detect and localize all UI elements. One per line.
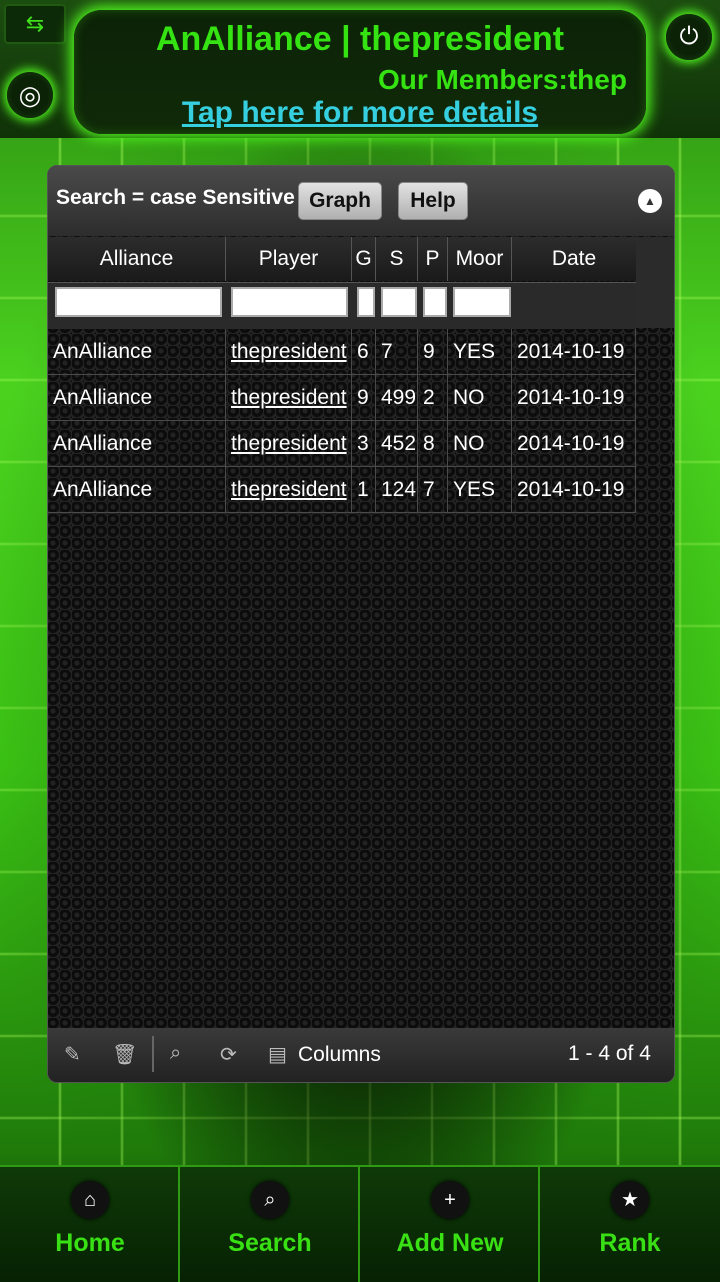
cell-moor: NO bbox=[448, 375, 512, 420]
filter-s-input[interactable] bbox=[381, 287, 417, 317]
refresh-icon[interactable]: ⟳ bbox=[220, 1042, 237, 1067]
data-grid-panel: Search = case Sensitive Graph Help ▲ All… bbox=[47, 165, 675, 1083]
cell-player-link[interactable]: thepresident bbox=[226, 467, 352, 512]
cell-s: 124 bbox=[376, 467, 418, 512]
title-panel: AnAlliance | thepresident Our Members:th… bbox=[74, 10, 646, 134]
column-header-g[interactable]: G bbox=[352, 237, 376, 281]
cell-s: 452 bbox=[376, 421, 418, 466]
cell-player-link[interactable]: thepresident bbox=[226, 375, 352, 420]
star-icon: ★ bbox=[611, 1181, 649, 1219]
cell-date: 2014-10-19 bbox=[512, 329, 636, 374]
nav-add-new[interactable]: + Add New bbox=[360, 1167, 540, 1282]
columns-button[interactable]: Columns bbox=[298, 1043, 381, 1067]
cell-g: 3 bbox=[352, 421, 376, 466]
filter-g-input[interactable] bbox=[357, 287, 375, 317]
grid-footer: ✎ 🗑 ⌕ ⟳ ▤ Columns 1 - 4 of 4 bbox=[48, 1028, 674, 1082]
trash-icon[interactable]: 🗑 bbox=[112, 1042, 137, 1067]
cell-p: 8 bbox=[418, 421, 448, 466]
page-title: AnAlliance | thepresident bbox=[155, 20, 565, 58]
bottom-nav: ⌂ Home ⌕ Search + Add New ★ Rank bbox=[0, 1165, 720, 1282]
target-icon[interactable]: ◎ bbox=[7, 72, 53, 118]
cell-alliance: AnAlliance bbox=[48, 329, 226, 374]
search-icon[interactable]: ⌕ bbox=[170, 1042, 181, 1065]
top-bar: ⇆ AnAlliance | thepresident Our Members:… bbox=[0, 0, 720, 138]
table-row[interactable]: AnAlliance thepresident 6 7 9 YES 2014-1… bbox=[48, 329, 636, 375]
nav-label: Home bbox=[55, 1229, 125, 1257]
filter-alliance-input[interactable] bbox=[55, 287, 222, 317]
cell-p: 9 bbox=[418, 329, 448, 374]
members-marquee: Our Members:thep bbox=[378, 64, 627, 95]
nav-label: Search bbox=[228, 1229, 312, 1257]
cell-g: 9 bbox=[352, 375, 376, 420]
table-row[interactable]: AnAlliance thepresident 3 452 8 NO 2014-… bbox=[48, 421, 636, 467]
column-header-alliance[interactable]: Alliance bbox=[48, 237, 226, 281]
home-icon: ⌂ bbox=[71, 1181, 109, 1219]
nav-label: Add New bbox=[396, 1229, 504, 1257]
cell-date: 2014-10-19 bbox=[512, 467, 636, 512]
grid-icon[interactable]: ⇆ bbox=[4, 4, 66, 44]
nav-rank[interactable]: ★ Rank bbox=[540, 1167, 720, 1282]
cell-g: 6 bbox=[352, 329, 376, 374]
table-row[interactable]: AnAlliance thepresident 1 124 7 YES 2014… bbox=[48, 467, 636, 513]
nav-label: Rank bbox=[599, 1229, 661, 1257]
grid-toolbar: Search = case Sensitive Graph Help ▲ bbox=[48, 166, 674, 236]
cell-alliance: AnAlliance bbox=[48, 421, 226, 466]
cell-moor: NO bbox=[448, 421, 512, 466]
collapse-icon[interactable]: ▲ bbox=[638, 189, 662, 213]
footer-divider bbox=[152, 1036, 154, 1072]
details-link[interactable]: Tap here for more details bbox=[74, 96, 646, 130]
plus-icon: + bbox=[431, 1181, 469, 1219]
nav-search[interactable]: ⌕ Search bbox=[180, 1167, 360, 1282]
pager-info: 1 - 4 of 4 bbox=[568, 1042, 651, 1065]
cell-g: 1 bbox=[352, 467, 376, 512]
cell-date: 2014-10-19 bbox=[512, 421, 636, 466]
cell-date: 2014-10-19 bbox=[512, 375, 636, 420]
cell-moor: YES bbox=[448, 329, 512, 374]
filter-p-input[interactable] bbox=[423, 287, 447, 317]
filter-player-input[interactable] bbox=[231, 287, 348, 317]
column-header-player[interactable]: Player bbox=[226, 237, 352, 281]
header-scroll-spacer bbox=[636, 237, 674, 328]
cell-alliance: AnAlliance bbox=[48, 375, 226, 420]
power-icon[interactable]: ⏻ bbox=[666, 14, 712, 60]
cell-s: 499 bbox=[376, 375, 418, 420]
column-header-s[interactable]: S bbox=[376, 237, 418, 281]
cell-s: 7 bbox=[376, 329, 418, 374]
cell-player-link[interactable]: thepresident bbox=[226, 329, 352, 374]
help-button[interactable]: Help bbox=[398, 182, 468, 220]
column-header-moor[interactable]: Moor bbox=[448, 237, 512, 281]
nav-home[interactable]: ⌂ Home bbox=[0, 1167, 180, 1282]
cell-player-link[interactable]: thepresident bbox=[226, 421, 352, 466]
search-case-label: Search = case Sensitive bbox=[56, 186, 295, 209]
cell-p: 2 bbox=[418, 375, 448, 420]
edit-icon[interactable]: ✎ bbox=[64, 1042, 81, 1067]
graph-button[interactable]: Graph bbox=[298, 182, 382, 220]
column-header-date[interactable]: Date bbox=[512, 237, 637, 281]
column-header-p[interactable]: P bbox=[418, 237, 448, 281]
search-icon: ⌕ bbox=[251, 1181, 289, 1219]
columns-icon[interactable]: ▤ bbox=[268, 1042, 287, 1067]
filter-moor-input[interactable] bbox=[453, 287, 511, 317]
cell-alliance: AnAlliance bbox=[48, 467, 226, 512]
cell-p: 7 bbox=[418, 467, 448, 512]
table-row[interactable]: AnAlliance thepresident 9 499 2 NO 2014-… bbox=[48, 375, 636, 421]
cell-moor: YES bbox=[448, 467, 512, 512]
